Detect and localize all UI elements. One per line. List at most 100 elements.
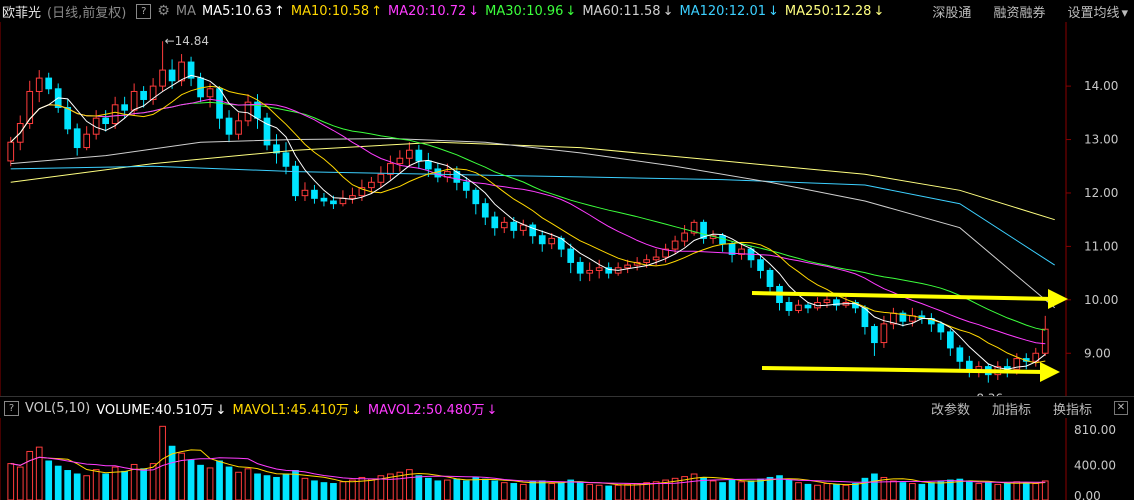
volume-bar bbox=[614, 484, 622, 500]
close-icon[interactable]: ✕ bbox=[1114, 401, 1128, 415]
volume-bar bbox=[548, 483, 556, 500]
volume-bar bbox=[159, 425, 166, 500]
volume-bar bbox=[1032, 483, 1040, 500]
volume-bar bbox=[918, 483, 926, 500]
candle-body bbox=[652, 256, 660, 261]
ma10-arrow: ↑ bbox=[371, 3, 383, 19]
volume-bar bbox=[462, 480, 470, 500]
volume-value: VOLUME:40.510万 bbox=[96, 402, 214, 418]
price-chart[interactable]: 14.0013.0012.0011.0010.009.00←14.84←8.36 bbox=[0, 22, 1134, 396]
candle-body bbox=[766, 269, 774, 287]
candle-body bbox=[83, 133, 91, 149]
volume-bar bbox=[747, 480, 755, 500]
volume-bar bbox=[738, 481, 745, 500]
candle-body bbox=[292, 165, 299, 197]
volume-bar bbox=[871, 473, 878, 500]
candle-body bbox=[35, 77, 43, 92]
candle-body bbox=[481, 203, 489, 218]
volume-bar bbox=[975, 483, 983, 500]
candle-body bbox=[956, 347, 964, 362]
volume-bar bbox=[197, 464, 204, 500]
ma60-value: MA60:11.58 bbox=[582, 3, 661, 19]
candle-body bbox=[102, 117, 110, 125]
volume-bar bbox=[984, 482, 992, 500]
volume-bar bbox=[121, 470, 128, 500]
volume-bar bbox=[557, 482, 565, 500]
volume-bar bbox=[35, 446, 43, 500]
volume-bar bbox=[235, 471, 242, 500]
volume-chart[interactable]: 810.00 400.00 0.00 bbox=[0, 418, 1134, 500]
stock-name[interactable]: 欧菲光 bbox=[2, 2, 41, 21]
price-tick-label: 14.00 bbox=[1084, 79, 1118, 93]
candle-body bbox=[64, 106, 72, 130]
vol-label[interactable]: VOL(5,10) bbox=[25, 401, 90, 416]
volume-bar bbox=[804, 483, 812, 500]
candle-body bbox=[472, 189, 480, 205]
candle-body bbox=[377, 173, 385, 183]
volume-bar bbox=[472, 476, 480, 500]
help-icon-volume[interactable]: ? bbox=[4, 400, 19, 416]
ma20-indicator: MA20:10.72 ↓ bbox=[388, 4, 479, 19]
volume-bar bbox=[605, 485, 613, 500]
ma5-arrow: ↑ bbox=[273, 3, 285, 19]
candle-body bbox=[206, 88, 214, 98]
volume-bar bbox=[956, 478, 964, 500]
candle-body bbox=[73, 128, 81, 149]
margin-trading-link[interactable]: 融资融券 bbox=[993, 2, 1045, 21]
candle-body bbox=[937, 323, 945, 333]
volume-bar bbox=[254, 473, 261, 500]
ma120-arrow: ↓ bbox=[768, 3, 779, 19]
candle-body bbox=[140, 90, 147, 100]
volume-bar bbox=[368, 478, 375, 500]
volume-bar bbox=[311, 480, 318, 500]
volume-bar bbox=[481, 478, 489, 500]
candle-body bbox=[368, 181, 375, 189]
volume-bar bbox=[567, 479, 575, 500]
candle-body bbox=[595, 267, 603, 271]
candle-body bbox=[311, 189, 318, 199]
ma20-arrow: ↓ bbox=[468, 3, 480, 19]
hk-connect-link[interactable]: 深股通 bbox=[932, 2, 971, 21]
candle-body bbox=[301, 189, 309, 197]
ma-settings-link[interactable]: 设置均线 ▾ bbox=[1067, 2, 1128, 21]
volume-bar bbox=[1013, 481, 1021, 500]
candle-body bbox=[282, 152, 290, 167]
mavol2-value: MAVOL2:50.480万 bbox=[367, 402, 485, 418]
gear-icon[interactable]: ⚙ bbox=[157, 3, 170, 19]
ma10-value: MA10:10.58 bbox=[290, 3, 370, 19]
candle-body bbox=[320, 197, 328, 202]
volume-bar bbox=[83, 475, 91, 500]
volume-bar bbox=[1003, 483, 1011, 500]
ma60-arrow: ↓ bbox=[662, 3, 674, 19]
switch-indicator-button[interactable]: 换指标 bbox=[1053, 399, 1092, 418]
volume-bar bbox=[443, 479, 451, 500]
volume-bar bbox=[349, 479, 356, 500]
volume-bar bbox=[1041, 480, 1049, 500]
volume-bar bbox=[273, 476, 280, 500]
candle-body bbox=[491, 216, 499, 229]
volume-bar bbox=[225, 466, 233, 500]
candle-body bbox=[538, 235, 546, 245]
ma120-line bbox=[10, 165, 1055, 266]
volume-bar bbox=[301, 477, 309, 500]
candle-body bbox=[681, 232, 688, 242]
volume-bar bbox=[909, 483, 916, 500]
volume-bar bbox=[434, 480, 442, 500]
add-indicator-button[interactable]: 加指标 bbox=[992, 399, 1031, 418]
volume-bar bbox=[491, 480, 499, 500]
candle-body bbox=[519, 224, 527, 231]
price-tick-label: 11.00 bbox=[1084, 239, 1118, 253]
volume-bar bbox=[64, 470, 72, 500]
chart-mode[interactable]: (日线,前复权) bbox=[47, 2, 126, 21]
candle-body bbox=[576, 261, 584, 274]
candle-body bbox=[168, 69, 176, 82]
mavol2-arrow: ↓ bbox=[486, 402, 498, 418]
ma-settings-label: 设置均线 bbox=[1067, 5, 1120, 21]
volume-bar bbox=[880, 476, 888, 500]
candle-body bbox=[159, 69, 166, 87]
candle-body bbox=[965, 360, 973, 370]
volume-bar bbox=[244, 468, 252, 500]
edit-params-button[interactable]: 改参数 bbox=[931, 399, 970, 418]
help-icon[interactable]: ? bbox=[136, 3, 152, 19]
candle-body bbox=[500, 221, 508, 229]
